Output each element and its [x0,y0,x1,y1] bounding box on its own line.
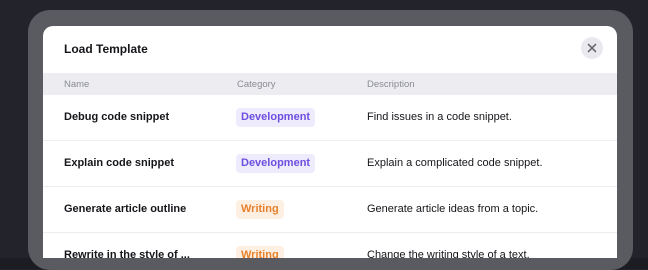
category-badge: Writing [236,200,284,219]
category-badge: Development [236,108,316,127]
table-row[interactable]: Explain code snippet Development Explain… [43,141,617,187]
template-description: Explain a complicated code snippet. [367,157,543,169]
column-header-category: Category [237,79,276,90]
column-header-name: Name [64,79,90,90]
close-icon [587,43,597,53]
dialog-title: Load Template [64,42,148,56]
template-name: Generate article outline [64,203,187,215]
column-header-description: Description [367,79,415,90]
template-description: Generate article ideas from a topic. [367,203,539,215]
template-description: Change the writing style of a text. [367,249,530,258]
close-button[interactable] [581,37,603,59]
template-description: Find issues in a code snippet. [367,111,512,123]
template-name: Rewrite in the style of ... [64,249,190,258]
template-name: Debug code snippet [64,111,170,123]
table-header: Name Category Description [43,73,617,95]
category-badge: Development [236,154,316,173]
category-badge: Writing [236,246,284,258]
table-row[interactable]: Generate article outline Writing Generat… [43,187,617,233]
dialog-header: Load Template [43,26,617,73]
load-template-dialog: Load Template Name Category Description … [43,26,617,258]
table-row[interactable]: Rewrite in the style of ... Writing Chan… [43,233,617,258]
template-name: Explain code snippet [64,157,175,169]
table-row[interactable]: Debug code snippet Development Find issu… [43,95,617,141]
